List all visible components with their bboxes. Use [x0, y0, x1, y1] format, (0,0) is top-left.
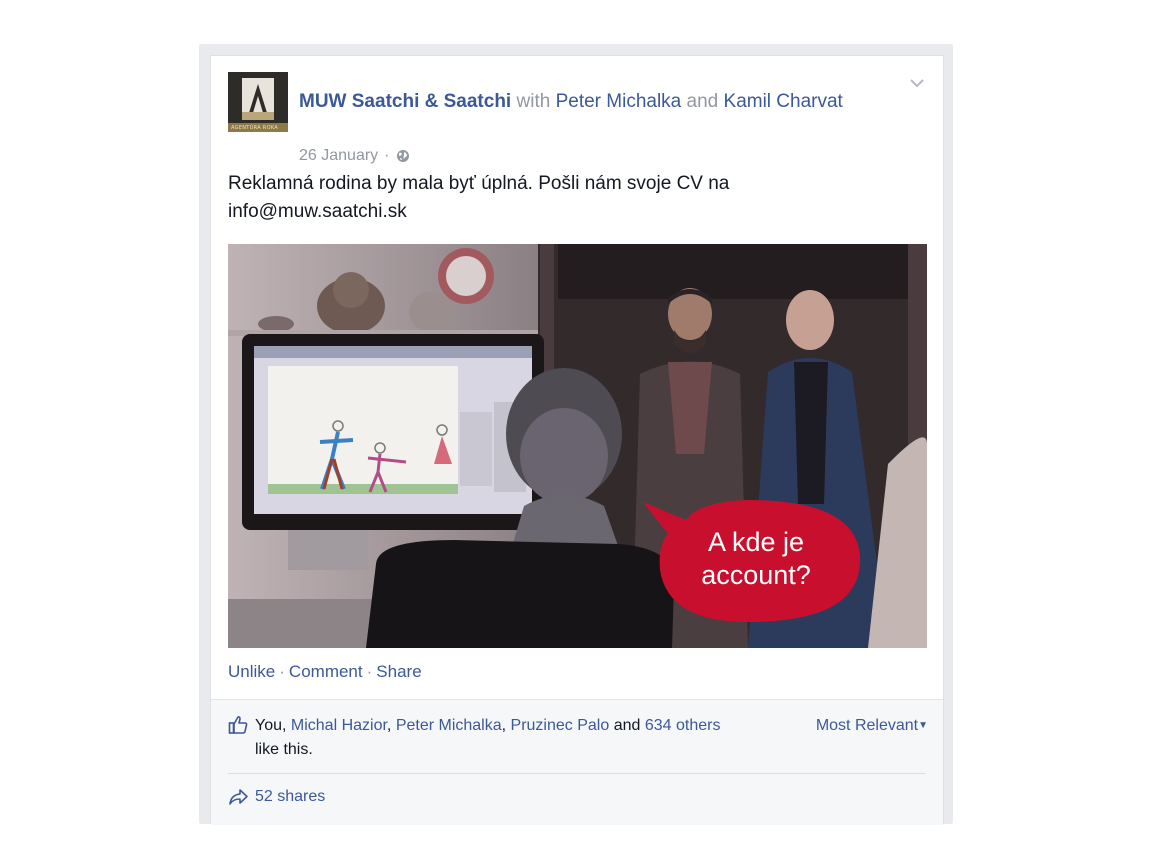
with-word: with — [516, 91, 551, 112]
likes-row: You, Michal Hazior, Peter Michalka, Pruz… — [228, 714, 928, 764]
meta-separator: · — [384, 147, 390, 164]
chevron-down-icon[interactable] — [908, 76, 926, 90]
comment-sort-dropdown[interactable]: Most Relevant▼ — [816, 714, 928, 738]
page-avatar[interactable]: AGENTÚRA ROKA — [228, 72, 288, 132]
thumbs-up-icon — [228, 716, 248, 734]
post-header: AGENTÚRA ROKA MUW Saatchi & Saatchi with… — [228, 72, 926, 165]
post-actions: Unlike · Comment · Share — [228, 662, 422, 682]
liker-link[interactable]: Pruzinec Palo — [511, 717, 610, 734]
author-link[interactable]: MUW Saatchi & Saatchi — [299, 91, 511, 112]
globe-icon[interactable] — [396, 149, 410, 163]
social-summary: You, Michal Hazior, Peter Michalka, Pruz… — [211, 699, 943, 825]
action-separator: · — [366, 662, 373, 681]
liker-link[interactable]: Michal Hazior — [291, 717, 387, 734]
speech-bubble-line2: account? — [701, 560, 811, 590]
likes-you: You — [255, 717, 282, 734]
others-link[interactable]: 634 others — [645, 717, 721, 734]
liker-link[interactable]: Peter Michalka — [396, 717, 502, 734]
post-meta: 26 January · — [299, 147, 410, 165]
comment-link[interactable]: Comment — [289, 662, 363, 681]
share-arrow-icon — [229, 789, 248, 805]
speech-bubble-line1: A kde je — [708, 527, 804, 557]
likes-suffix: like this. — [255, 741, 313, 758]
likes-summary: You, Michal Hazior, Peter Michalka, Pruz… — [255, 717, 721, 758]
caret-down-icon: ▼ — [918, 720, 928, 731]
tagged-person-link[interactable]: Peter Michalka — [556, 91, 682, 112]
post-title: MUW Saatchi & Saatchi with Peter Michalk… — [299, 88, 859, 116]
post-message-email: info@muw.saatchi.sk — [228, 201, 407, 222]
and-word: and — [686, 91, 719, 112]
share-link[interactable]: Share — [376, 662, 421, 681]
divider — [228, 773, 926, 774]
post-card: AGENTÚRA ROKA MUW Saatchi & Saatchi with… — [210, 55, 944, 825]
action-separator: · — [279, 662, 285, 681]
post-photo[interactable]: A kde je account? — [228, 244, 927, 648]
shares-count[interactable]: 52 shares — [255, 788, 325, 806]
likes-and-word: and — [613, 717, 641, 734]
photo-illustration: A kde je account? — [228, 244, 927, 648]
post-message: Reklamná rodina by mala byť úplná. Pošli… — [228, 170, 848, 226]
unlike-link[interactable]: Unlike — [228, 662, 275, 681]
avatar-caption: AGENTÚRA ROKA — [231, 125, 279, 131]
comment-sort-label: Most Relevant — [815, 717, 919, 734]
shares-row[interactable]: 52 shares — [228, 788, 325, 806]
post-date[interactable]: 26 January — [299, 147, 378, 165]
tagged-person-link[interactable]: Kamil Charvat — [724, 91, 843, 112]
post-message-line: Reklamná rodina by mala byť úplná. Pošli… — [228, 173, 730, 194]
